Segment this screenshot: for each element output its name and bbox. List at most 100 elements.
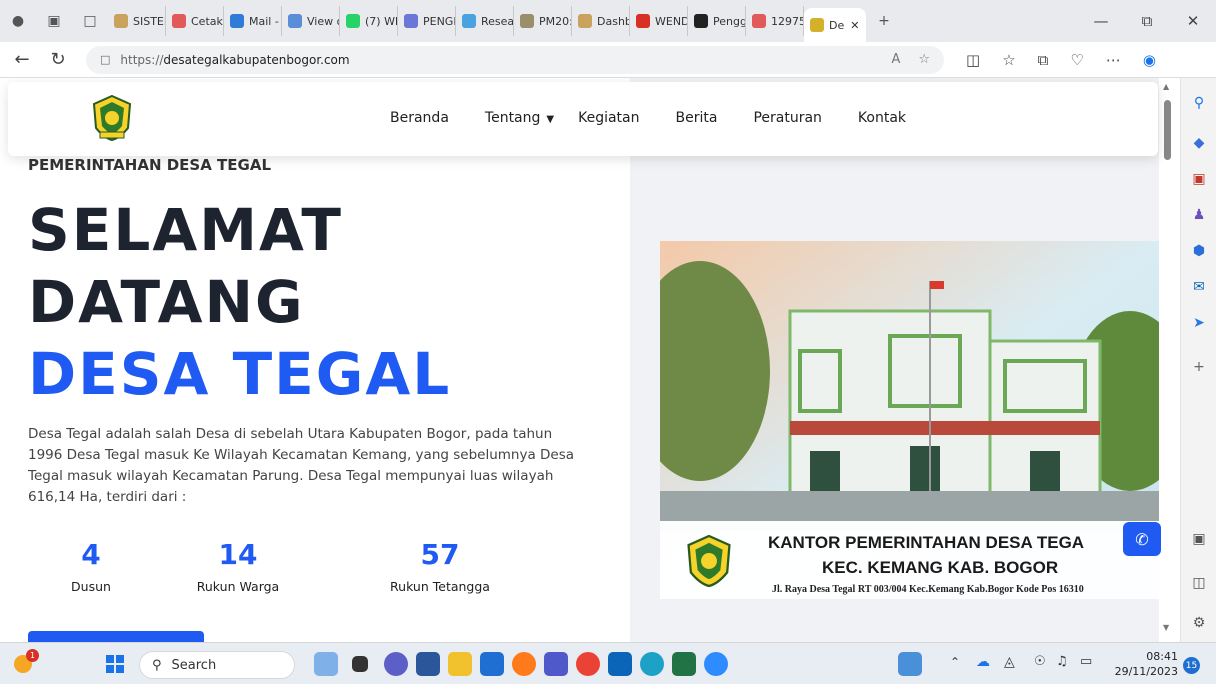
nav-kontak[interactable]: Kontak — [858, 110, 906, 126]
windows-start-icon[interactable] — [106, 655, 124, 673]
onedrive-icon[interactable]: ☁ — [976, 654, 990, 670]
battery-icon[interactable]: ▭ — [1080, 654, 1092, 669]
profile-icon[interactable]: ● — [9, 12, 27, 30]
site-header: Beranda Tentang ▼ Kegiatan Berita Peratur… — [8, 82, 1158, 156]
close-tab-icon[interactable]: ✕ — [850, 19, 859, 32]
browser-tab[interactable]: WEND — [630, 6, 688, 36]
nav-kegiatan[interactable]: Kegiatan — [578, 110, 639, 126]
favorite-star-icon[interactable]: ☆ — [918, 52, 930, 67]
chat-icon[interactable] — [384, 652, 408, 676]
refresh-icon[interactable]: ↻ — [44, 49, 72, 70]
firefox-icon[interactable] — [512, 652, 536, 676]
stat-label: Rukun Warga — [196, 579, 280, 594]
scroll-down-icon[interactable]: ▼ — [1163, 623, 1169, 632]
browser-tab[interactable]: PENGI — [398, 6, 456, 36]
wifi-icon[interactable]: ☉ — [1034, 654, 1046, 669]
scrollbar-thumb[interactable] — [1164, 100, 1171, 160]
drop-send-icon[interactable]: ➤ — [1188, 312, 1210, 334]
new-tab-icon[interactable]: + — [875, 12, 893, 30]
stat-rukun-tetangga: 57 Rukun Tetangga — [380, 538, 500, 594]
collections-icon[interactable]: ⧉ — [1038, 51, 1049, 69]
mail-icon[interactable] — [608, 652, 632, 676]
browser-tab[interactable]: Dashb — [572, 6, 630, 36]
task-view-icon[interactable] — [352, 656, 368, 672]
nav-beranda[interactable]: Beranda — [390, 110, 449, 126]
url-host: desategalkabupatenbogor.com — [163, 52, 350, 67]
browser-tab[interactable]: 12975 — [746, 6, 804, 36]
browser-tab[interactable]: Cetak : — [166, 6, 224, 36]
hide-sidebar-icon[interactable]: ◫ — [1188, 572, 1210, 594]
browser-tab-label: View o — [307, 14, 340, 28]
stat-dusun: 4 Dusun — [58, 538, 124, 594]
back-icon[interactable]: ← — [8, 49, 36, 70]
weather-widget-icon[interactable]: 1 — [12, 649, 39, 675]
microsoft-365-icon[interactable]: ⬢ — [1188, 240, 1210, 262]
hero-title-line2: DATANG — [28, 268, 305, 336]
browser-tab-label: PM20: — [539, 14, 572, 28]
browser-essentials-icon[interactable]: ♡ — [1070, 51, 1083, 69]
url-field[interactable]: □ https://desategalkabupatenbogor.com A … — [86, 45, 944, 74]
favorites-icon[interactable]: ☆ — [1002, 51, 1015, 69]
news-widget-icon[interactable] — [314, 652, 338, 676]
network-icon[interactable]: ◬ — [1004, 654, 1015, 670]
browser-tab[interactable]: Mail - — [224, 6, 282, 36]
split-screen-icon[interactable]: ◫ — [966, 51, 980, 69]
tab-favicon-icon — [230, 14, 244, 28]
store-icon[interactable] — [480, 652, 504, 676]
screenshot-icon[interactable]: ▣ — [1188, 528, 1210, 550]
browser-tab-label: De — [829, 18, 845, 32]
teams-icon[interactable] — [544, 652, 568, 676]
nav-peraturan[interactable]: Peraturan — [753, 110, 821, 126]
system-clock[interactable]: 08:41 29/11/2023 — [1112, 649, 1178, 679]
browser-tab[interactable]: View o — [282, 6, 340, 36]
browser-tab[interactable]: (7) Wh — [340, 6, 398, 36]
restore-icon[interactable]: ⧉ — [1124, 12, 1170, 30]
file-explorer-icon[interactable] — [448, 652, 472, 676]
excel-icon[interactable] — [672, 652, 696, 676]
search-icon[interactable]: ⚲ — [1188, 92, 1210, 114]
browser-tab[interactable]: De ✕ — [804, 8, 866, 42]
page-scrollbar[interactable]: ▲ ▼ — [1159, 78, 1180, 642]
add-sidebar-app-icon[interactable]: + — [1188, 356, 1210, 378]
workspaces-icon[interactable]: ▣ — [45, 12, 63, 30]
hero-cta-button[interactable] — [28, 631, 204, 642]
copilot-icon[interactable]: ◉ — [1143, 51, 1156, 69]
notification-center-badge[interactable]: 15 — [1183, 657, 1200, 674]
sidebar-settings-icon[interactable]: ⚙ — [1188, 612, 1210, 634]
zoom-icon[interactable] — [704, 652, 728, 676]
volume-icon[interactable]: ♫ — [1056, 654, 1068, 669]
stat-label: Dusun — [71, 579, 111, 594]
browser-tab[interactable]: Resear — [456, 6, 514, 36]
word-icon[interactable] — [416, 652, 440, 676]
browser-tab[interactable]: PM20: — [514, 6, 572, 36]
close-window-icon[interactable]: ✕ — [1170, 12, 1216, 30]
browser-tab[interactable]: Pengg — [688, 6, 746, 36]
chrome-icon[interactable] — [576, 652, 600, 676]
nav-berita[interactable]: Berita — [676, 110, 718, 126]
scroll-up-icon[interactable]: ▲ — [1163, 82, 1169, 91]
more-menu-icon[interactable]: ⋯ — [1106, 51, 1121, 69]
nav-tentang[interactable]: Tentang ▼ — [485, 110, 554, 126]
hero-title-line1: SELAMAT — [28, 196, 343, 264]
games-icon[interactable]: ♟ — [1188, 204, 1210, 226]
minimize-icon[interactable]: — — [1078, 12, 1124, 30]
photo-caption-line3: Jl. Raya Desa Tegal RT 003/004 Kec.Keman… — [772, 584, 1084, 595]
browser-tab[interactable]: SISTEN — [108, 6, 166, 36]
taskbar-search-placeholder: Search — [171, 657, 217, 673]
tab-favicon-icon — [404, 14, 418, 28]
phone-call-button[interactable]: ✆ — [1123, 522, 1161, 556]
url-prefix: https:// — [120, 52, 164, 67]
taskbar-search[interactable]: ⚲ Search — [139, 651, 295, 679]
read-aloud-icon[interactable]: A — [891, 52, 900, 67]
tools-briefcase-icon[interactable]: ▣ — [1188, 168, 1210, 190]
desa-tegal-logo[interactable] — [90, 94, 134, 142]
show-hidden-icons[interactable]: ⌃ — [950, 655, 960, 669]
outlook-icon[interactable]: ✉ — [1188, 276, 1210, 298]
tab-favicon-icon — [636, 14, 650, 28]
photos-icon[interactable] — [898, 652, 922, 676]
edge-icon[interactable] — [640, 652, 664, 676]
tab-actions-icon[interactable]: □ — [81, 12, 99, 30]
weather-badge: 1 — [26, 649, 39, 662]
village-office-photo: KANTOR PEMERINTAHAN DESA TEGA KEC. KEMAN… — [660, 241, 1160, 599]
shopping-tag-icon[interactable]: ◆ — [1188, 132, 1210, 154]
